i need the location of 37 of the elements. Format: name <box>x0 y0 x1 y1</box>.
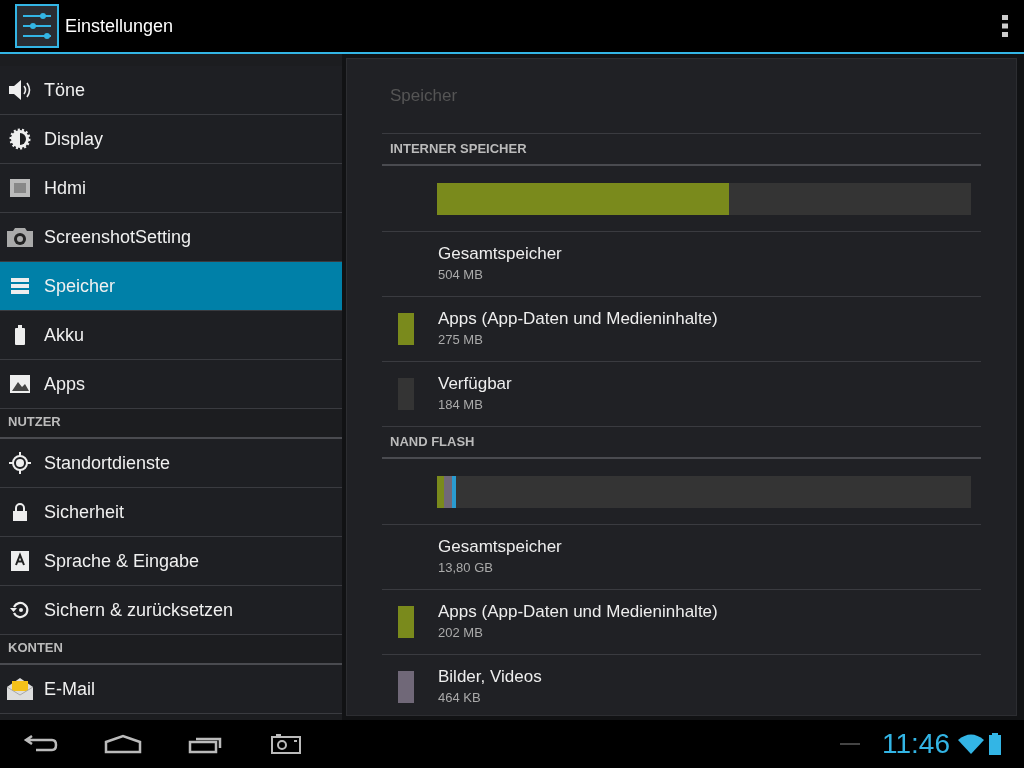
storage-item-size: 184 MB <box>438 396 484 415</box>
home-icon[interactable] <box>104 734 142 754</box>
battery-icon <box>988 733 1002 755</box>
storage-item-title: Gesamtspeicher <box>438 243 562 266</box>
storage-item-title: Gesamtspeicher <box>438 536 562 559</box>
storage-item-title: Apps (App-Daten und Medieninhalte) <box>438 601 718 624</box>
storage-item-title: Bilder, Videos <box>438 666 542 689</box>
screen-icon <box>9 178 31 198</box>
storage-item-title: Apps (App-Daten und Medieninhalte) <box>438 308 718 331</box>
back-icon[interactable] <box>22 734 58 754</box>
storage-item-size: 13,80 GB <box>438 559 494 578</box>
wifi-icon <box>958 734 984 754</box>
section-header: INTERNER SPEICHER <box>382 134 981 166</box>
clock: 11:46 <box>882 727 950 761</box>
lock-icon <box>12 502 28 522</box>
restore-icon <box>9 599 31 621</box>
storage-item-size: 464 KB <box>438 689 482 708</box>
settings-app-icon[interactable] <box>15 4 59 48</box>
speaker-icon <box>7 79 33 101</box>
brightness-icon <box>9 128 31 150</box>
sidebar-item[interactable]: Speicher <box>0 262 342 311</box>
storage-icon <box>10 277 30 295</box>
target-icon <box>9 452 31 474</box>
apps-icon <box>9 374 31 394</box>
storage-item-size: 275 MB <box>438 331 484 350</box>
camera-icon <box>6 226 34 248</box>
camera-icon[interactable] <box>270 733 302 755</box>
storage-item-size: 504 MB <box>438 266 484 285</box>
storage-item-size: 202 MB <box>438 624 484 643</box>
battery-icon <box>14 325 26 345</box>
app-title: Einstellungen <box>65 14 175 38</box>
overflow-menu-icon[interactable] <box>1001 14 1009 38</box>
envelope-icon <box>6 677 34 701</box>
section-header: NAND FLASH <box>382 427 981 459</box>
notification-dash-icon <box>840 743 860 745</box>
keyboard-key-icon <box>11 551 29 571</box>
storage-item-title: Verfügbar <box>438 373 512 396</box>
